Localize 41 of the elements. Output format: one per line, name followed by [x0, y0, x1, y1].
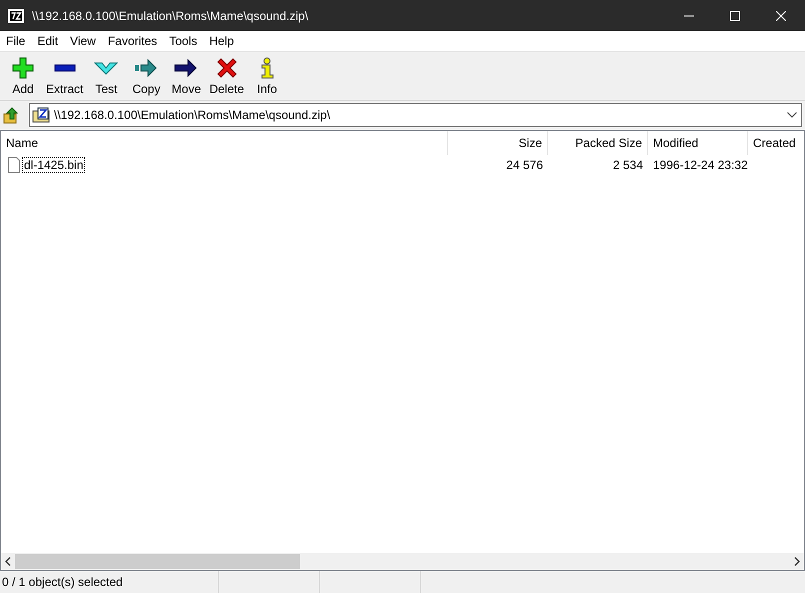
menu-item[interactable]: File: [0, 34, 32, 48]
horizontal-scrollbar[interactable]: [1, 553, 804, 570]
toolbar-button[interactable]: Delete: [206, 52, 248, 96]
maximize-icon[interactable]: [730, 10, 740, 20]
menu-item[interactable]: Tools: [163, 34, 204, 48]
toolbar-button[interactable]: Copy: [126, 52, 166, 96]
dropdown-caret-icon[interactable]: [787, 112, 797, 118]
toolbar-button[interactable]: Extract: [43, 52, 86, 96]
column-header[interactable]: Size: [448, 131, 548, 155]
scroll-left-icon[interactable]: [5, 557, 11, 566]
close-icon[interactable]: [776, 10, 786, 20]
plus-icon: [12, 57, 34, 79]
scroll-right-icon[interactable]: [794, 557, 800, 566]
column-header[interactable]: Created: [748, 131, 804, 155]
toolbar-button[interactable]: Test: [86, 52, 126, 96]
table-cell-text: 24 576: [505, 158, 544, 172]
status-text: 0 / 1 object(s) selected: [0, 571, 219, 593]
arrow-right-icon: [174, 57, 198, 79]
toolbar-button[interactable]: Info: [247, 52, 288, 96]
table-cell-text: 1996-12-24 23:32: [652, 158, 748, 172]
column-header[interactable]: Name: [1, 131, 448, 155]
column-header[interactable]: Packed Size: [548, 131, 648, 155]
menu-item[interactable]: View: [64, 34, 102, 48]
x-icon: [216, 57, 238, 79]
scrollbar-thumb[interactable]: [15, 554, 300, 569]
toolbar-button[interactable]: Move: [166, 52, 206, 96]
address-field[interactable]: \\192.168.0.100\Emulation\Roms\Mame\qsound.zip\: [29, 103, 802, 127]
toolbar-button[interactable]: Add: [3, 52, 43, 96]
app-logo-icon: [8, 8, 24, 22]
file-icon: [8, 156, 20, 172]
column-header[interactable]: Modified: [648, 131, 748, 155]
menu-item[interactable]: Help: [203, 34, 240, 48]
file-name[interactable]: dl-1425.bin: [22, 156, 86, 172]
window-title: \\192.168.0.100\Emulation\Roms\Mame\qsound.zip\: [32, 8, 310, 22]
table-cell-text: 2 534: [612, 158, 644, 172]
menu-item[interactable]: Favorites: [102, 34, 164, 48]
arrow-right-icon: [134, 57, 158, 79]
menu-item[interactable]: Edit: [31, 34, 64, 48]
archive-icon: [32, 107, 50, 123]
info-icon: [259, 57, 276, 79]
folder-up-icon[interactable]: [3, 106, 21, 124]
